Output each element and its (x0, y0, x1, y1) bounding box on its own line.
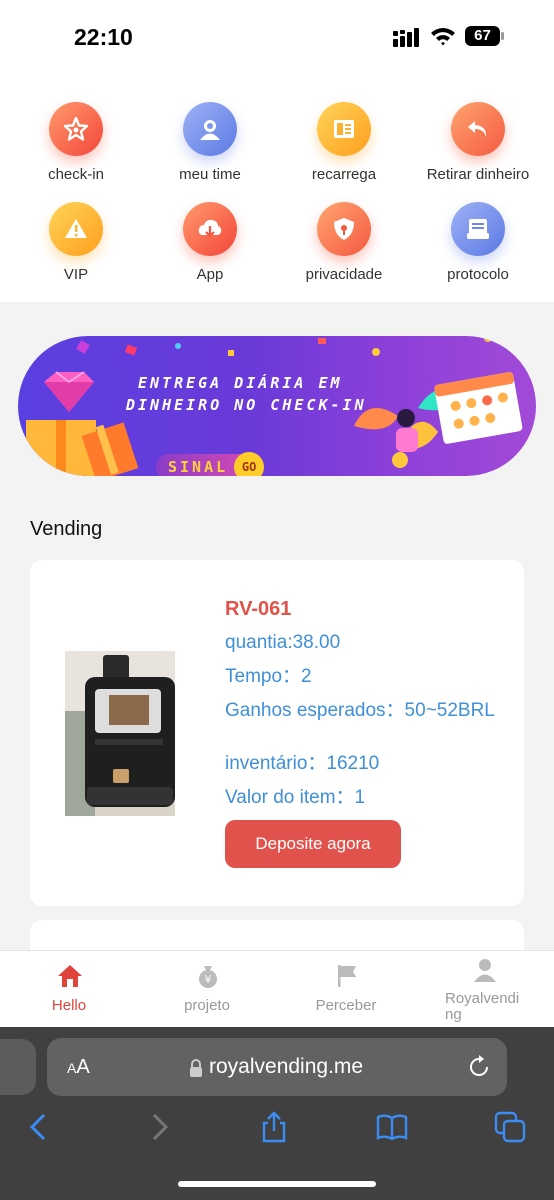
shortcut-label: protocolo (447, 266, 509, 283)
aa-big: A (76, 1056, 90, 1078)
shortcut-label: App (196, 266, 224, 283)
previous-tab-preview[interactable] (0, 1039, 36, 1095)
aa-small: A (67, 1060, 77, 1076)
shield-icon (317, 202, 371, 256)
warning-icon (49, 202, 103, 256)
product-inventario: inventário：16210 (225, 753, 380, 774)
shortcut-label: privacidade (305, 266, 383, 283)
share-icon[interactable] (258, 1111, 290, 1143)
download-cloud-icon (183, 202, 237, 256)
banner-badge-text: SINAL (168, 458, 229, 476)
tab-hello[interactable]: Hello (0, 951, 138, 1028)
tab-label: Perceber (315, 997, 377, 1014)
tab-label: Hello (51, 997, 87, 1014)
tab-perceber[interactable]: Perceber (277, 951, 415, 1028)
tab-projeto[interactable]: ¥ projeto (138, 951, 276, 1028)
shortcut-privacidade[interactable]: privacidade (275, 170, 413, 283)
reader-text-size-button[interactable]: AA (67, 1056, 90, 1079)
tab-label: Royalvending (445, 990, 520, 1023)
section-title: Vending (30, 518, 103, 540)
url-text: royalvending.me (209, 1055, 364, 1078)
coffee-machine-image (65, 651, 175, 816)
shortcut-recarrega[interactable]: recarrega (275, 70, 413, 183)
product-valor: Valor do item：1 (225, 787, 366, 808)
product-quantia: quantia:38.00 (225, 632, 341, 653)
shortcut-protocolo[interactable]: protocolo (409, 170, 547, 283)
shortcut-vip[interactable]: VIP (7, 170, 145, 283)
battery-icon: 67 (465, 25, 505, 47)
shortcut-grid: check-in meu time recarrega Retirar dinh… (0, 70, 554, 302)
flag-icon (338, 965, 356, 987)
home-icon (58, 965, 82, 987)
team-icon (183, 102, 237, 156)
shortcut-app[interactable]: App (141, 170, 279, 283)
product-ganhos: Ganhos esperados：50~52BRL (225, 700, 495, 721)
product-tempo: Tempo：2 (225, 666, 312, 687)
deposit-now-button[interactable]: Deposite agora (225, 820, 401, 868)
status-bar: 22:10 67 (0, 0, 554, 70)
lock-icon (190, 1059, 202, 1077)
banner-headline-1: ENTREGA DIÁRIA EM (138, 374, 343, 392)
product-code: RV-061 (225, 598, 292, 620)
shortcut-meu-time[interactable]: meu time (141, 70, 279, 183)
shortcut-retirar-dinheiro[interactable]: Retirar dinheiro (409, 70, 547, 183)
svg-text:¥: ¥ (205, 973, 212, 986)
cellular-signal-icon (393, 28, 419, 47)
product-card: RV-061 quantia:38.00 Tempo：2 Ganhos espe… (30, 560, 524, 906)
reload-icon[interactable] (467, 1055, 491, 1079)
bottom-tab-bar: Hello ¥ projeto Perceber Royalvending (0, 950, 554, 1027)
bookmarks-icon[interactable] (376, 1111, 408, 1143)
shortcut-label: VIP (63, 266, 89, 283)
money-bag-icon: ¥ (199, 966, 217, 988)
banner-headline-2: DINHEIRO NO CHECK-IN (126, 396, 367, 414)
wifi-icon (431, 28, 455, 46)
recharge-icon (317, 102, 371, 156)
tab-label: projeto (184, 997, 230, 1014)
back-icon[interactable] (24, 1111, 56, 1143)
battery-level: 67 (474, 27, 491, 44)
shortcut-check-in[interactable]: check-in (7, 70, 145, 183)
tab-royalvending[interactable]: Royalvending (415, 951, 553, 1028)
user-icon (474, 959, 496, 982)
banner-go-dot: GO (234, 452, 265, 476)
status-time: 22:10 (74, 24, 133, 50)
address-bar[interactable]: AA royalvending.me (47, 1038, 507, 1096)
home-indicator (178, 1181, 376, 1187)
check-in-banner[interactable]: ENTREGA DIÁRIA EM DINHEIRO NO CHECK-IN S… (18, 336, 536, 476)
tabs-icon[interactable] (494, 1111, 526, 1143)
forward-icon[interactable] (142, 1111, 174, 1143)
document-icon (451, 202, 505, 256)
banner-go-badge[interactable]: SINAL GO (156, 452, 265, 476)
star-icon (49, 102, 103, 156)
withdraw-icon (451, 102, 505, 156)
